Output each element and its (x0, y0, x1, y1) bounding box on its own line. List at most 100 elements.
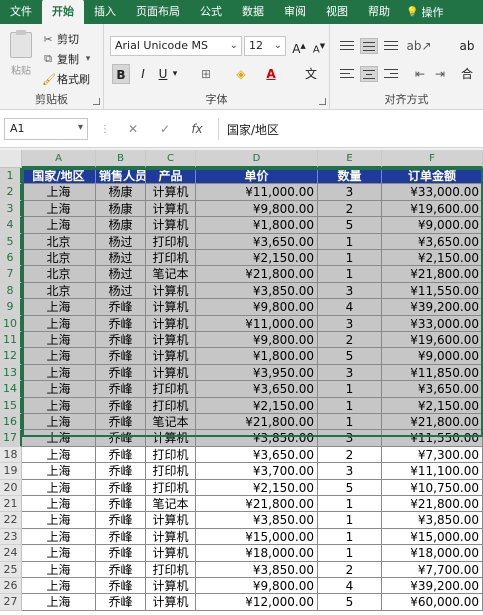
cell-b[interactable]: 乔峰 (96, 381, 146, 398)
cell-b[interactable]: 乔峰 (96, 414, 146, 431)
cell-f[interactable]: ¥33,000.00 (382, 184, 483, 201)
cell-d[interactable]: ¥21,800.00 (196, 266, 318, 283)
column-header-d[interactable]: D (196, 150, 318, 168)
cell-c[interactable]: 计算机 (146, 315, 196, 332)
cell-e[interactable]: 1 (318, 528, 382, 546)
row-header[interactable]: 8 (0, 282, 22, 300)
cell-a[interactable]: 上海 (22, 545, 96, 562)
cell-a[interactable]: 上海 (22, 430, 96, 447)
cell-a[interactable]: 上海 (22, 414, 96, 431)
row-header[interactable]: 11 (0, 332, 22, 349)
copy-button[interactable]: ⧉ 复制 ▾ (42, 50, 94, 68)
cell-f[interactable]: ¥3,650.00 (382, 381, 483, 398)
cell-c[interactable]: 计算机 (146, 200, 196, 218)
tab-1[interactable]: 开始 (42, 0, 84, 24)
cell-d[interactable]: ¥11,000.00 (196, 315, 318, 332)
cell-c[interactable]: 打印机 (146, 397, 196, 414)
cell-f[interactable]: ¥21,800.00 (382, 266, 483, 283)
row-header[interactable]: 14 (0, 381, 22, 398)
row-header[interactable]: 25 (0, 561, 22, 578)
row-header[interactable]: 22 (0, 512, 22, 529)
cell-d[interactable]: ¥3,700.00 (196, 463, 318, 480)
merge-center-button[interactable]: 合 (454, 64, 480, 84)
cell-e[interactable]: 4 (318, 299, 382, 316)
cell-e[interactable]: 3 (318, 282, 382, 300)
cell-e[interactable]: 2 (318, 332, 382, 349)
column-header-a[interactable]: A (22, 150, 96, 168)
cell-c[interactable]: 计算机 (146, 184, 196, 201)
cell-d[interactable]: ¥3,650.00 (196, 446, 318, 464)
cell-f[interactable]: ¥9,000.00 (382, 217, 483, 234)
cell-e[interactable]: 1 (318, 381, 382, 398)
cell-a[interactable]: 上海 (22, 381, 96, 398)
cell-d[interactable]: ¥11,000.00 (196, 184, 318, 201)
cell-a[interactable]: 上海 (22, 315, 96, 332)
cell-c[interactable]: 计算机 (146, 578, 196, 595)
decrease-indent-button[interactable]: ⇤ (410, 64, 430, 84)
cell-e[interactable]: 5 (318, 217, 382, 234)
cell-b[interactable]: 杨过 (96, 282, 146, 300)
decrease-font-size-button[interactable]: A▼ (308, 36, 330, 56)
italic-button[interactable]: I (134, 64, 152, 84)
cell-d[interactable]: ¥3,850.00 (196, 430, 318, 447)
cell-b[interactable]: 杨康 (96, 217, 146, 234)
cell-f[interactable]: 订单金额 (382, 168, 483, 185)
cell-c[interactable]: 计算机 (146, 545, 196, 562)
row-header[interactable]: 17 (0, 430, 22, 447)
cell-b[interactable]: 销售人员 (96, 168, 146, 185)
cell-c[interactable]: 计算机 (146, 430, 196, 447)
cell-d[interactable]: ¥12,000.00 (196, 594, 318, 611)
row-header[interactable]: 16 (0, 414, 22, 431)
cell-d[interactable]: ¥15,000.00 (196, 528, 318, 546)
cell-f[interactable]: ¥19,600.00 (382, 332, 483, 349)
cell-a[interactable]: 上海 (22, 217, 96, 234)
cell-b[interactable]: 乔峰 (96, 594, 146, 611)
tab-3[interactable]: 页面布局 (126, 0, 190, 24)
cell-d[interactable]: ¥3,850.00 (196, 561, 318, 578)
row-header[interactable]: 7 (0, 266, 22, 283)
tab-8[interactable]: 帮助 (358, 0, 400, 24)
cell-f[interactable]: ¥11,100.00 (382, 463, 483, 480)
cell-c[interactable]: 打印机 (146, 561, 196, 578)
align-bottom-button[interactable] (382, 38, 400, 54)
cell-b[interactable]: 乔峰 (96, 430, 146, 447)
cell-a[interactable]: 上海 (22, 332, 96, 349)
cell-b[interactable]: 乔峰 (96, 496, 146, 513)
row-header[interactable]: 13 (0, 364, 22, 382)
cell-b[interactable]: 乔峰 (96, 479, 146, 496)
tab-0[interactable]: 文件 (0, 0, 42, 24)
row-header[interactable]: 23 (0, 528, 22, 546)
drag-handle-icon[interactable]: ⋮ (100, 124, 110, 135)
cell-b[interactable]: 乔峰 (96, 348, 146, 365)
tab-2[interactable]: 插入 (84, 0, 126, 24)
cell-a[interactable]: 北京 (22, 233, 96, 250)
cell-c[interactable]: 计算机 (146, 348, 196, 365)
cell-a[interactable]: 上海 (22, 299, 96, 316)
increase-font-size-button[interactable]: A▲ (288, 36, 310, 56)
cell-b[interactable]: 杨过 (96, 233, 146, 250)
cell-b[interactable]: 乔峰 (96, 397, 146, 414)
row-header[interactable]: 27 (0, 594, 22, 611)
cell-b[interactable]: 乔峰 (96, 315, 146, 332)
cell-d[interactable]: ¥9,800.00 (196, 200, 318, 218)
cell-b[interactable]: 乔峰 (96, 332, 146, 349)
wrap-text-button[interactable]: ab (454, 36, 480, 56)
row-header[interactable]: 4 (0, 217, 22, 234)
cell-a[interactable]: 上海 (22, 528, 96, 546)
cell-b[interactable]: 杨过 (96, 250, 146, 267)
font-color-button[interactable]: A (260, 64, 282, 84)
tab-6[interactable]: 审阅 (274, 0, 316, 24)
enter-button[interactable]: ✓ (156, 118, 174, 140)
cell-c[interactable]: 打印机 (146, 250, 196, 267)
worksheet-grid[interactable]: ABCDEF 1 国家/地区 销售人员 产品 单价 数量 订单金额 2 上海 杨康 计算机 ¥11,0… (0, 150, 483, 615)
cell-e[interactable]: 1 (318, 250, 382, 267)
borders-button[interactable]: ⊞ (194, 64, 218, 84)
cell-c[interactable]: 计算机 (146, 299, 196, 316)
cell-e[interactable]: 2 (318, 561, 382, 578)
row-header[interactable]: 26 (0, 578, 22, 595)
cell-c[interactable]: 计算机 (146, 364, 196, 382)
row-header[interactable]: 10 (0, 315, 22, 332)
cell-b[interactable]: 乔峰 (96, 578, 146, 595)
cell-a[interactable]: 上海 (22, 397, 96, 414)
cell-f[interactable]: ¥11,550.00 (382, 430, 483, 447)
